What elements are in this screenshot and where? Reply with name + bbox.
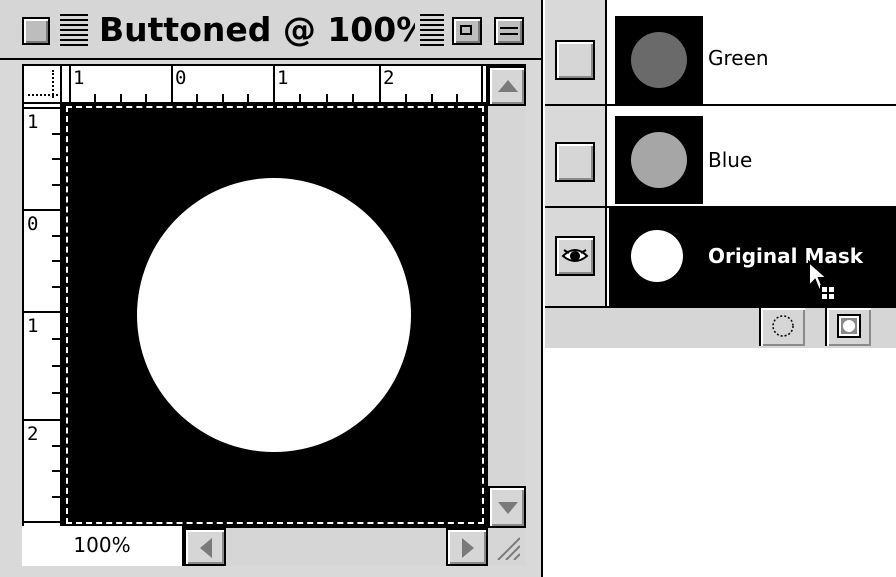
- mask-circle: [137, 178, 411, 452]
- ruler-label: 0: [27, 213, 39, 235]
- zoom-level-field[interactable]: 100%: [22, 526, 184, 566]
- ruler-label: 1: [27, 315, 39, 337]
- zoom-box[interactable]: [452, 17, 482, 45]
- thumbnail-circle: [631, 132, 687, 188]
- channels-palette: Green Blue Original Mask: [545, 0, 896, 348]
- dotted-circle-icon: [772, 315, 794, 337]
- ruler-origin[interactable]: [22, 64, 62, 104]
- close-box[interactable]: [22, 17, 50, 45]
- thumbnail-circle: [631, 230, 683, 282]
- resize-grip[interactable]: [486, 526, 526, 566]
- arrow-right-icon: [462, 538, 474, 558]
- ruler-label: 2: [383, 67, 395, 89]
- channel-name: Green: [708, 46, 769, 70]
- palette-footer: [545, 306, 896, 348]
- vertical-scrollbar[interactable]: [486, 64, 526, 528]
- scroll-left-button[interactable]: [184, 528, 226, 566]
- channel-name: Original Mask: [708, 244, 864, 268]
- mask-square-icon: [837, 314, 861, 338]
- hand-cursor-icon: [808, 260, 837, 302]
- channel-row-original-mask[interactable]: Original Mask: [609, 208, 896, 306]
- arrow-left-icon: [200, 538, 212, 558]
- collapse-box[interactable]: [494, 17, 524, 45]
- channel-row-blue[interactable]: Blue: [545, 106, 896, 206]
- arrow-up-icon: [498, 80, 518, 92]
- window-title: Buttoned @ 100% (Original Mask): [95, 10, 415, 50]
- resize-grip-icon: [497, 537, 520, 560]
- arrow-down-icon: [498, 502, 518, 514]
- vertical-ruler[interactable]: 1 0 1 2: [22, 104, 62, 526]
- horizontal-ruler[interactable]: 1 0 1 2: [62, 64, 486, 104]
- ruler-label: 2: [27, 423, 39, 445]
- scroll-down-button[interactable]: [488, 486, 526, 528]
- ruler-label: 1: [277, 67, 289, 89]
- scroll-right-button[interactable]: [446, 528, 488, 566]
- horizontal-ruler-ticks: [69, 66, 483, 104]
- visibility-toggle[interactable]: [555, 40, 595, 80]
- ruler-label: 0: [175, 67, 187, 89]
- eye-icon: [561, 249, 589, 262]
- ruler-label: 1: [73, 67, 85, 89]
- channel-thumbnail: [615, 116, 703, 204]
- save-selection-button[interactable]: [825, 308, 871, 346]
- collapse-line-icon: [500, 27, 518, 29]
- document-window: Buttoned @ 100% (Original Mask): [0, 0, 543, 577]
- collapse-line-icon: [500, 33, 518, 35]
- channel-thumbnail: [615, 16, 703, 104]
- title-grip-left: [60, 14, 88, 48]
- load-selection-button[interactable]: [759, 308, 805, 346]
- ruler-origin-dots: [52, 70, 54, 98]
- zoom-box-inner-icon: [460, 25, 472, 35]
- scroll-up-button[interactable]: [488, 66, 526, 106]
- visibility-toggle[interactable]: [555, 142, 595, 182]
- ruler-label: 1: [27, 111, 39, 133]
- channel-row-green[interactable]: Green: [545, 0, 896, 104]
- visibility-toggle[interactable]: [555, 236, 595, 276]
- title-grip-right: [420, 14, 444, 48]
- thumbnail-circle: [631, 32, 687, 88]
- title-bar[interactable]: Buttoned @ 100% (Original Mask): [0, 0, 541, 60]
- channel-name: Blue: [708, 148, 753, 172]
